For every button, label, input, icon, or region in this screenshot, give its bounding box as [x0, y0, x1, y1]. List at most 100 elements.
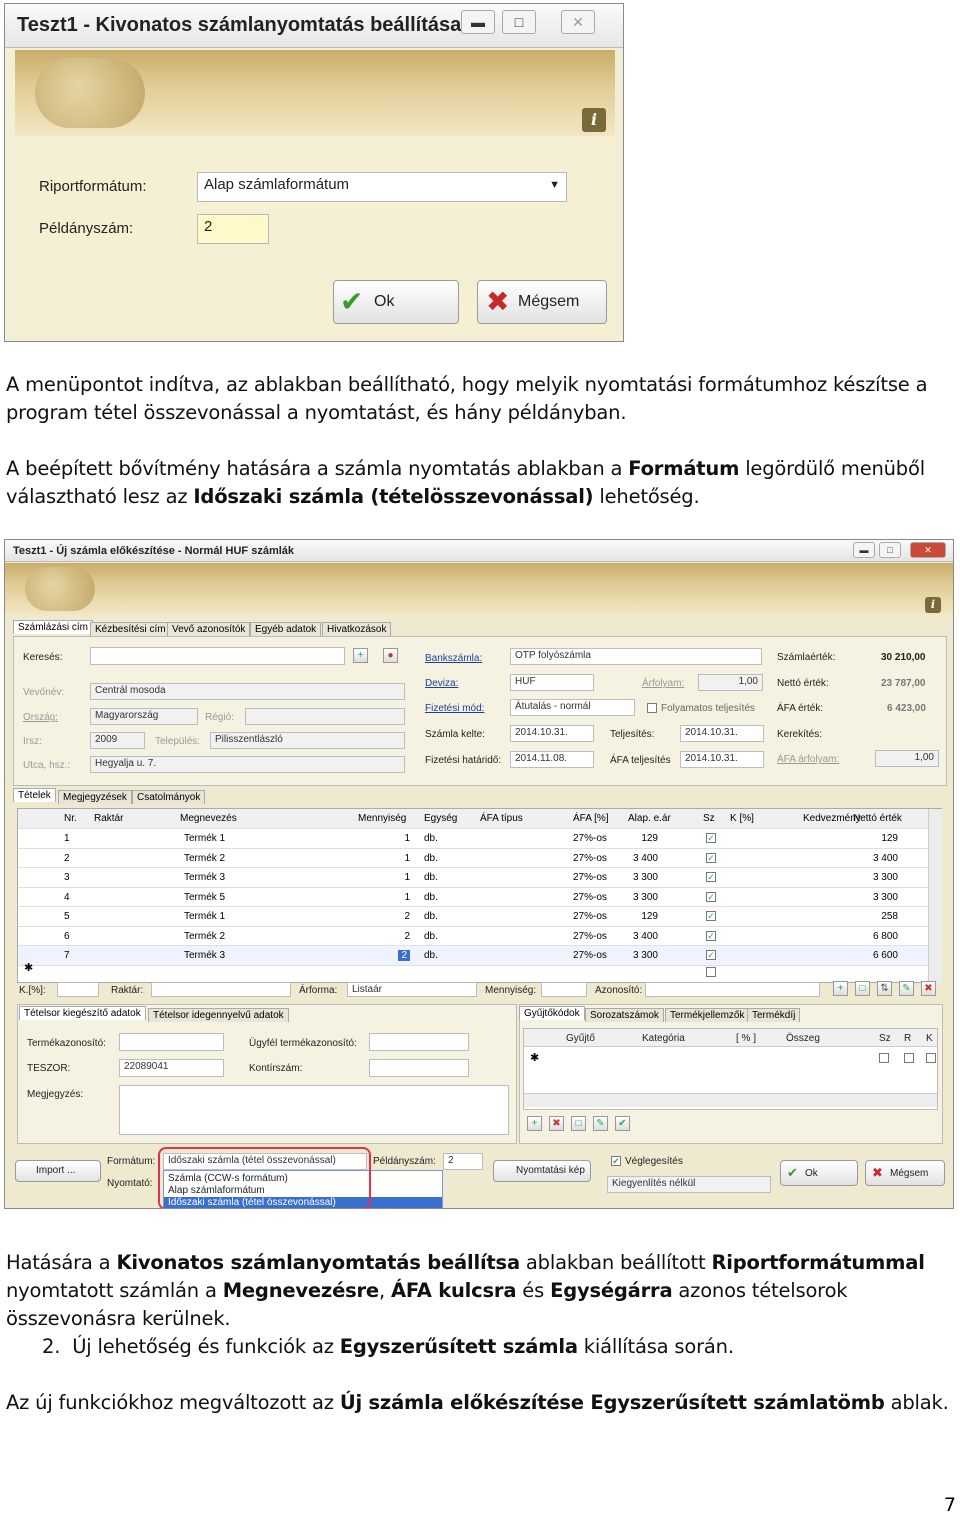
paste-code-icon[interactable]: ✎ [593, 1116, 608, 1131]
col-collector[interactable]: Gyűjtő [566, 1033, 595, 1044]
exchange-rate-label[interactable]: Árfolyam: [642, 678, 684, 689]
col-name[interactable]: Megnevezés [180, 813, 237, 824]
sz-checkbox[interactable]: ✓ [706, 872, 716, 882]
minimize-button[interactable]: ▬ [461, 10, 495, 34]
info-icon[interactable]: i [582, 108, 606, 132]
vat-rate-label[interactable]: ÁFA árfolyam: [777, 754, 839, 765]
sz-checkbox[interactable]: ✓ [706, 852, 716, 863]
sz-checkbox[interactable] [879, 1053, 889, 1063]
new-row-checkbox[interactable] [706, 967, 716, 977]
customer-product-id-field[interactable] [369, 1033, 469, 1051]
fulfilment-field[interactable]: 2014.10.31. [680, 725, 764, 742]
bank-account-select[interactable]: OTP folyószámla [510, 648, 762, 665]
info-icon[interactable]: i [925, 597, 941, 613]
currency-label[interactable]: Deviza: [425, 678, 458, 689]
scrollbar[interactable] [928, 809, 942, 983]
format-select[interactable]: Alap számlaformátum ▼ [197, 172, 567, 202]
settlement-select[interactable]: Kiegyenlítés nélkül [607, 1176, 771, 1193]
col-percent[interactable]: [ % ] [736, 1033, 756, 1044]
copy-row-icon[interactable]: □ [855, 981, 870, 996]
col-nr[interactable]: Nr. [64, 813, 77, 824]
tab-delivery-address[interactable]: Kézbesítési cím [90, 622, 171, 636]
table-row[interactable]: 3 Termék 3 1 db. 27%-os 3 300 ✓ 3 300 [18, 868, 928, 888]
add-customer-icon[interactable]: + [353, 648, 368, 663]
edit-row-icon[interactable]: ✎ [899, 981, 914, 996]
region-field[interactable] [245, 708, 405, 725]
col-amount[interactable]: Összeg [786, 1033, 820, 1044]
product-id-field[interactable] [119, 1033, 224, 1051]
customer-name-field[interactable]: Centrál mosoda [90, 683, 405, 700]
col-vat-pct[interactable]: ÁFA [%] [573, 813, 609, 824]
tab-properties[interactable]: Termékjellemzők [665, 1008, 750, 1022]
maximize-button[interactable]: □ [879, 542, 901, 558]
table-row[interactable]: 1 Termék 1 1 db. 27%-os 129 ✓ 129 [18, 829, 928, 849]
apply-code-icon[interactable]: ✔ [615, 1116, 630, 1131]
col-net[interactable]: Nettó érték [853, 813, 902, 824]
city-field[interactable]: Pilisszentlászló [210, 732, 405, 749]
col-vat-type[interactable]: ÁFA típus [480, 813, 523, 824]
tab-items[interactable]: Tételek [13, 788, 56, 802]
payment-method-label[interactable]: Fizetési mód: [425, 703, 484, 714]
col-unit-price[interactable]: Alap. e.ár [628, 813, 671, 824]
import-button[interactable]: Import ... [15, 1160, 101, 1182]
delete-row-icon[interactable]: ✖ [921, 981, 936, 996]
maximize-button[interactable]: □ [502, 10, 536, 34]
due-date-field[interactable]: 2014.11.08. [510, 751, 594, 768]
tab-billing-address[interactable]: Számlázási cím [13, 620, 94, 634]
id-filter[interactable] [645, 982, 820, 997]
close-button[interactable]: ✕ [910, 542, 946, 558]
col-k2[interactable]: K [926, 1033, 933, 1044]
tab-item-foreign[interactable]: Tételsor idegennyelvű adatok [148, 1008, 289, 1022]
tab-other-data[interactable]: Egyéb adatok [250, 622, 322, 636]
col-k[interactable]: K [%] [730, 813, 754, 824]
country-field[interactable]: Magyarország [90, 708, 198, 725]
teszor-field[interactable]: 22089041 [119, 1059, 224, 1077]
tab-notes[interactable]: Megjegyzések [58, 790, 132, 804]
tab-attachments[interactable]: Csatolmányok [132, 790, 206, 804]
add-row-icon[interactable]: + [833, 981, 848, 996]
table-row[interactable]: 2 Termék 2 1 db. 27%-os 3 400 ✓ 3 400 [18, 849, 928, 868]
cancel-button[interactable]: ✖ Mégsem [477, 280, 607, 324]
r-checkbox[interactable] [904, 1053, 914, 1063]
tab-serials[interactable]: Sorozatszámok [585, 1008, 664, 1022]
warehouse-filter[interactable] [151, 982, 291, 997]
tab-customer-ids[interactable]: Vevő azonosítók [167, 622, 251, 636]
continuous-checkbox[interactable] [647, 703, 657, 713]
sz-checkbox[interactable]: ✓ [706, 930, 716, 941]
vat-rate-field[interactable]: 1,00 [875, 750, 939, 767]
k-checkbox[interactable] [926, 1053, 936, 1063]
sz-checkbox[interactable]: ✓ [706, 891, 716, 902]
qty-filter[interactable] [541, 982, 587, 997]
tab-references[interactable]: Hivatkozások [322, 622, 392, 636]
col-category[interactable]: Kategória [642, 1033, 685, 1044]
sz-checkbox[interactable]: ✓ [706, 911, 716, 921]
sz-checkbox[interactable]: ✓ [706, 950, 716, 960]
bank-account-label[interactable]: Bankszámla: [425, 653, 482, 664]
table-row[interactable]: 7 Termék 3 2 db. 27%-os 3 300 ✓ 6 600 [18, 946, 928, 966]
col-r[interactable]: R [904, 1033, 911, 1044]
edit-customer-icon[interactable]: ● [383, 648, 398, 663]
horizontal-scrollbar[interactable] [524, 1093, 937, 1107]
ok-button[interactable]: ✔ Ok [333, 280, 459, 324]
tab-product-fee[interactable]: Termékdíj [747, 1008, 801, 1022]
exchange-rate-field[interactable]: 1,00 [698, 674, 763, 691]
finalize-checkbox[interactable]: ✔ [611, 1156, 621, 1166]
move-row-icon[interactable]: ⇅ [877, 981, 892, 996]
copies-input[interactable]: 2 [197, 214, 269, 244]
col-sz[interactable]: Sz [703, 813, 715, 824]
search-input[interactable] [90, 647, 345, 665]
zip-field[interactable]: 2009 [90, 732, 145, 749]
delete-code-icon[interactable]: ✖ [549, 1116, 564, 1131]
account-field[interactable] [369, 1059, 469, 1077]
payment-method-select[interactable]: Átutalás - normál [510, 699, 635, 716]
note-field[interactable] [119, 1085, 509, 1135]
col-qty[interactable]: Mennyiség [358, 813, 406, 824]
tab-collector-codes[interactable]: Gyűjtőkódok [519, 1006, 585, 1020]
street-field[interactable]: Hegyalja u. 7. [90, 756, 405, 773]
add-code-icon[interactable]: + [527, 1116, 542, 1131]
minimize-button[interactable]: ▬ [853, 542, 875, 558]
country-label[interactable]: Ország: [23, 712, 58, 723]
sz-checkbox[interactable]: ✓ [706, 833, 716, 843]
copy-code-icon[interactable]: □ [571, 1116, 586, 1131]
close-button[interactable]: ✕ [561, 10, 595, 34]
